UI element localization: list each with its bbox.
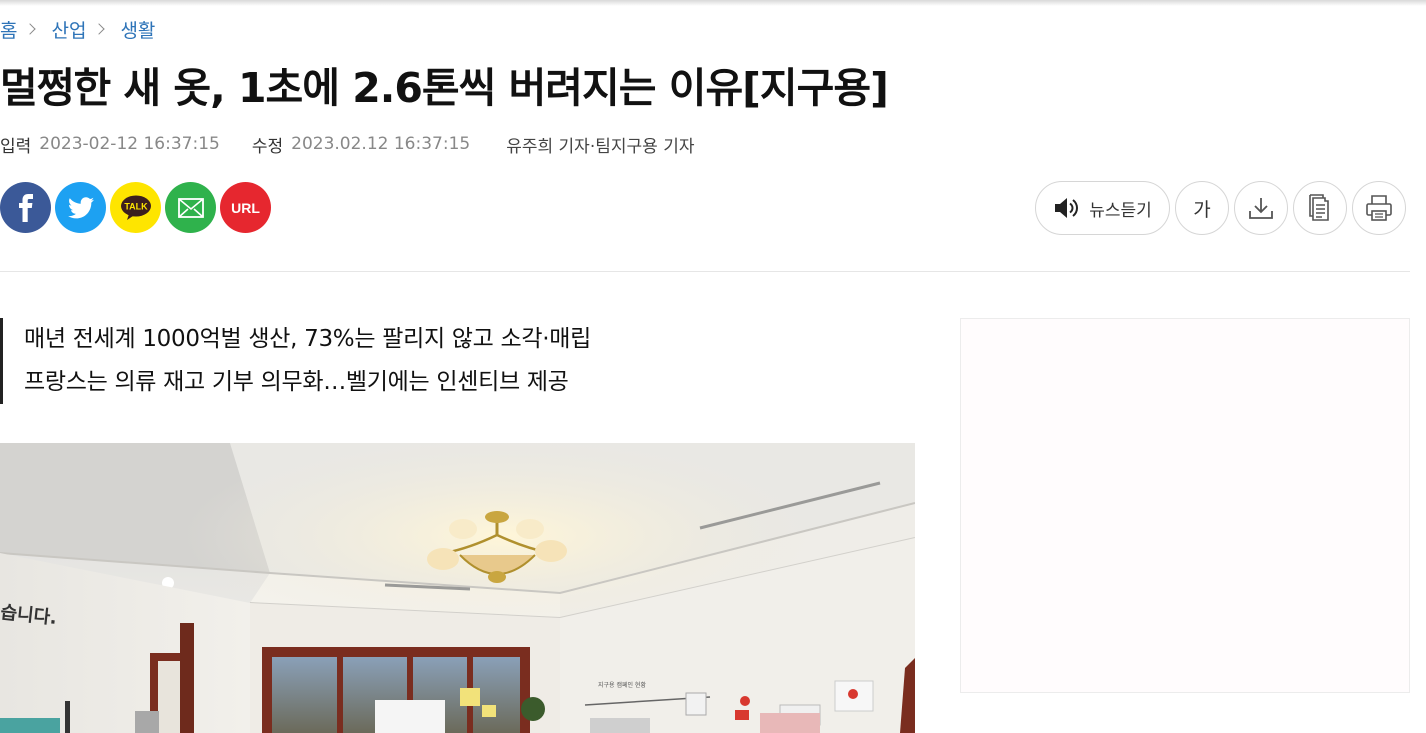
twitter-share-button[interactable] <box>55 182 106 233</box>
advertisement-slot <box>960 318 1410 693</box>
article-subhead: 매년 전세계 1000억벌 생산, 73%는 팔리지 않고 소각·매립 프랑스는… <box>0 318 591 404</box>
listen-news-button[interactable]: 뉴스듣기 <box>1035 181 1170 235</box>
facebook-icon <box>18 193 33 222</box>
chevron-right-icon <box>93 23 106 35</box>
chevron-right-icon <box>24 23 37 35</box>
font-size-button[interactable]: 가 <box>1175 181 1229 235</box>
subhead-line: 매년 전세계 1000억벌 생산, 73%는 팔리지 않고 소각·매립 <box>24 326 591 352</box>
article-title: 멀쩡한 새 옷, 1초에 2.6톤씩 버려지는 이유[지구용] <box>0 64 889 112</box>
url-label: URL <box>231 199 260 216</box>
download-button[interactable] <box>1234 181 1288 235</box>
subhead-line: 프랑스는 의류 재고 기부 의무화…벨기에는 인센티브 제공 <box>24 369 569 395</box>
font-size-label: 가 <box>1193 198 1211 221</box>
article-tools: 뉴스듣기 가 <box>1030 181 1406 235</box>
article-photo: 습니다. 지구용 캠페인 현황 <box>0 443 915 733</box>
breadcrumb: 홈 산업 생활 <box>0 15 155 43</box>
modified-date: 2023.02.12 16:37:15 <box>291 134 471 154</box>
download-icon <box>1249 198 1273 219</box>
article-meta: 입력 2023-02-12 16:37:15 수정 2023.02.12 16:… <box>0 132 695 157</box>
published-date: 2023-02-12 16:37:15 <box>39 134 220 154</box>
top-shadow <box>0 0 1426 6</box>
modified-label: 수정 <box>251 136 284 157</box>
url-copy-button[interactable]: URL <box>220 182 271 233</box>
document-icon <box>1309 194 1329 221</box>
kakaotalk-label: TALK <box>124 201 148 211</box>
svg-text:지구용 캠페인 현황: 지구용 캠페인 현황 <box>598 681 646 689</box>
author-byline: 유주희 기자·팀지구용 기자 <box>506 136 695 157</box>
listen-news-label: 뉴스듣기 <box>1089 200 1152 221</box>
envelope-icon <box>177 197 204 218</box>
room-photo-illustration: 습니다. 지구용 캠페인 현황 <box>0 443 915 733</box>
breadcrumb-life[interactable]: 생활 <box>120 16 155 43</box>
speaker-icon <box>1055 198 1079 218</box>
kakaotalk-icon: TALK <box>120 195 151 220</box>
copy-text-button[interactable] <box>1293 181 1347 235</box>
print-button[interactable] <box>1352 181 1406 235</box>
facebook-share-button[interactable] <box>0 182 51 233</box>
kakaotalk-share-button[interactable]: TALK <box>110 182 161 233</box>
printer-icon <box>1366 195 1392 221</box>
header-divider <box>0 271 1410 272</box>
share-bar: TALK URL <box>0 182 275 233</box>
published-label: 입력 <box>0 136 32 157</box>
email-share-button[interactable] <box>165 182 216 233</box>
breadcrumb-industry[interactable]: 산업 <box>51 16 86 43</box>
twitter-icon <box>67 196 94 218</box>
breadcrumb-home[interactable]: 홈 <box>0 16 17 43</box>
